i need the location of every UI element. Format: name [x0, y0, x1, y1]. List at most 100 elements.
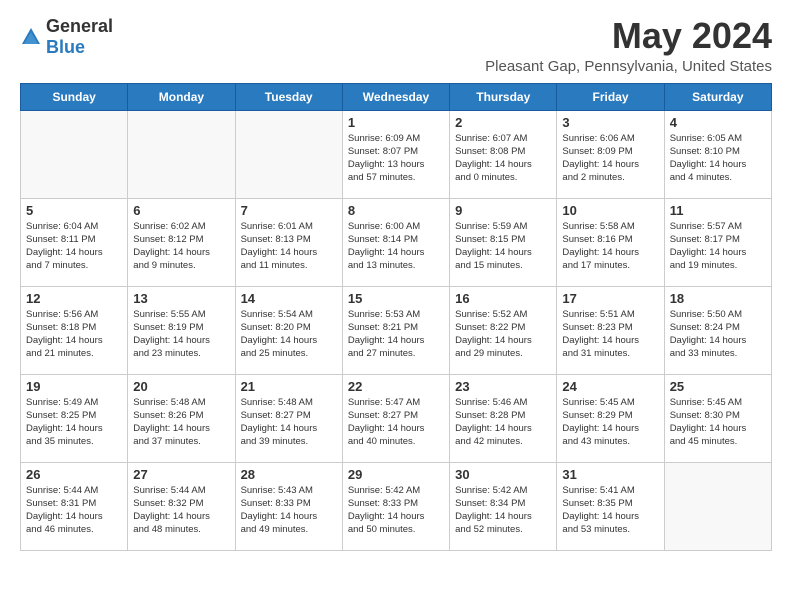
day-content: Sunrise: 6:09 AM Sunset: 8:07 PM Dayligh… — [348, 132, 444, 185]
calendar-cell: 14Sunrise: 5:54 AM Sunset: 8:20 PM Dayli… — [235, 286, 342, 374]
day-content: Sunrise: 6:05 AM Sunset: 8:10 PM Dayligh… — [670, 132, 766, 185]
calendar-cell: 11 Sunrise: 5:57 AM Sunset: 8:17 PM Dayli… — [664, 198, 771, 286]
calendar-cell: 4 Sunrise: 6:05 AM Sunset: 8:10 PM Daylig… — [664, 110, 771, 198]
location-title: Pleasant Gap, Pennsylvania, United State… — [485, 58, 772, 75]
day-number: 9 — [455, 203, 551, 218]
title-block: May 2024 Pleasant Gap, Pennsylvania, Uni… — [485, 16, 772, 75]
day-content: Sunrise: 5:54 AM Sunset: 8:20 PM Dayligh… — [241, 308, 337, 361]
day-number: 28 — [241, 467, 337, 482]
day-content: Sunrise: 5:59 AM Sunset: 8:15 PM Dayligh… — [455, 220, 551, 273]
calendar-cell: 1Sunrise: 6:09 AM Sunset: 8:07 PM Daylig… — [342, 110, 449, 198]
day-number: 24 — [562, 379, 658, 394]
day-number: 15 — [348, 291, 444, 306]
calendar-cell: 22 Sunrise: 5:47 AM Sunset: 8:27 PM Dayli… — [342, 374, 449, 462]
day-number: 10 — [562, 203, 658, 218]
calendar-cell: 5Sunrise: 6:04 AM Sunset: 8:11 PM Daylig… — [21, 198, 128, 286]
day-content: Sunrise: 5:51 AM Sunset: 8:23 PM Dayligh… — [562, 308, 658, 361]
calendar-cell: 18 Sunrise: 5:50 AM Sunset: 8:24 PM Dayli… — [664, 286, 771, 374]
day-number: 8 — [348, 203, 444, 218]
day-number: 26 — [26, 467, 122, 482]
calendar-day-header: Friday — [557, 83, 664, 110]
page-header: General Blue May 2024 Pleasant Gap, Penn… — [20, 16, 772, 75]
calendar-cell: 27 Sunrise: 5:44 AM Sunset: 8:32 PM Dayli… — [128, 462, 235, 550]
day-number: 30 — [455, 467, 551, 482]
day-content: Sunrise: 5:45 AM Sunset: 8:29 PM Dayligh… — [562, 396, 658, 449]
calendar-cell: 2 Sunrise: 6:07 AM Sunset: 8:08 PM Daylig… — [450, 110, 557, 198]
calendar-cell: 19 Sunrise: 5:49 AM Sunset: 8:25 PM Dayli… — [21, 374, 128, 462]
calendar-cell: 29 Sunrise: 5:42 AM Sunset: 8:33 PM Dayli… — [342, 462, 449, 550]
day-content: Sunrise: 5:45 AM Sunset: 8:30 PM Dayligh… — [670, 396, 766, 449]
day-content: Sunrise: 5:47 AM Sunset: 8:27 PM Dayligh… — [348, 396, 444, 449]
calendar-cell: 7Sunrise: 6:01 AM Sunset: 8:13 PM Daylig… — [235, 198, 342, 286]
calendar-cell: 10 Sunrise: 5:58 AM Sunset: 8:16 PM Dayli… — [557, 198, 664, 286]
day-number: 18 — [670, 291, 766, 306]
logo-text-blue: Blue — [46, 37, 85, 57]
day-number: 19 — [26, 379, 122, 394]
day-number: 21 — [241, 379, 337, 394]
day-number: 31 — [562, 467, 658, 482]
calendar-day-header: Saturday — [664, 83, 771, 110]
calendar-week-row: 26 Sunrise: 5:44 AM Sunset: 8:31 PM Dayli… — [21, 462, 772, 550]
calendar-cell: 16 Sunrise: 5:52 AM Sunset: 8:22 PM Dayli… — [450, 286, 557, 374]
day-number: 12 — [26, 291, 122, 306]
day-content: Sunrise: 5:44 AM Sunset: 8:32 PM Dayligh… — [133, 484, 229, 537]
day-number: 6 — [133, 203, 229, 218]
calendar-cell — [235, 110, 342, 198]
calendar-cell: 30 Sunrise: 5:42 AM Sunset: 8:34 PM Dayli… — [450, 462, 557, 550]
calendar-cell — [664, 462, 771, 550]
day-number: 17 — [562, 291, 658, 306]
day-number: 29 — [348, 467, 444, 482]
calendar-week-row: 12 Sunrise: 5:56 AM Sunset: 8:18 PM Dayli… — [21, 286, 772, 374]
calendar-cell: 3 Sunrise: 6:06 AM Sunset: 8:09 PM Daylig… — [557, 110, 664, 198]
day-content: Sunrise: 5:42 AM Sunset: 8:34 PM Dayligh… — [455, 484, 551, 537]
day-number: 25 — [670, 379, 766, 394]
day-content: Sunrise: 6:07 AM Sunset: 8:08 PM Dayligh… — [455, 132, 551, 185]
day-content: Sunrise: 5:50 AM Sunset: 8:24 PM Dayligh… — [670, 308, 766, 361]
day-content: Sunrise: 5:46 AM Sunset: 8:28 PM Dayligh… — [455, 396, 551, 449]
day-content: Sunrise: 5:57 AM Sunset: 8:17 PM Dayligh… — [670, 220, 766, 273]
calendar-cell: 17 Sunrise: 5:51 AM Sunset: 8:23 PM Dayli… — [557, 286, 664, 374]
day-content: Sunrise: 5:58 AM Sunset: 8:16 PM Dayligh… — [562, 220, 658, 273]
day-number: 22 — [348, 379, 444, 394]
calendar-day-header: Wednesday — [342, 83, 449, 110]
calendar-week-row: 19 Sunrise: 5:49 AM Sunset: 8:25 PM Dayli… — [21, 374, 772, 462]
day-content: Sunrise: 6:02 AM Sunset: 8:12 PM Dayligh… — [133, 220, 229, 273]
day-number: 2 — [455, 115, 551, 130]
day-number: 20 — [133, 379, 229, 394]
calendar-day-header: Sunday — [21, 83, 128, 110]
calendar-cell: 20 Sunrise: 5:48 AM Sunset: 8:26 PM Dayli… — [128, 374, 235, 462]
day-number: 11 — [670, 203, 766, 218]
calendar-cell: 23 Sunrise: 5:46 AM Sunset: 8:28 PM Dayli… — [450, 374, 557, 462]
day-number: 3 — [562, 115, 658, 130]
logo: General Blue — [20, 16, 113, 58]
day-content: Sunrise: 6:01 AM Sunset: 8:13 PM Dayligh… — [241, 220, 337, 273]
day-content: Sunrise: 5:42 AM Sunset: 8:33 PM Dayligh… — [348, 484, 444, 537]
day-content: Sunrise: 5:41 AM Sunset: 8:35 PM Dayligh… — [562, 484, 658, 537]
month-title: May 2024 — [485, 16, 772, 56]
calendar-cell: 28 Sunrise: 5:43 AM Sunset: 8:33 PM Dayli… — [235, 462, 342, 550]
calendar-day-header: Tuesday — [235, 83, 342, 110]
calendar-cell: 24 Sunrise: 5:45 AM Sunset: 8:29 PM Dayli… — [557, 374, 664, 462]
calendar-cell: 25 Sunrise: 5:45 AM Sunset: 8:30 PM Dayli… — [664, 374, 771, 462]
calendar-cell: 12 Sunrise: 5:56 AM Sunset: 8:18 PM Dayli… — [21, 286, 128, 374]
day-content: Sunrise: 5:56 AM Sunset: 8:18 PM Dayligh… — [26, 308, 122, 361]
day-number: 23 — [455, 379, 551, 394]
day-content: Sunrise: 5:53 AM Sunset: 8:21 PM Dayligh… — [348, 308, 444, 361]
day-number: 13 — [133, 291, 229, 306]
day-number: 27 — [133, 467, 229, 482]
day-number: 4 — [670, 115, 766, 130]
calendar-cell — [128, 110, 235, 198]
calendar-cell: 9 Sunrise: 5:59 AM Sunset: 8:15 PM Daylig… — [450, 198, 557, 286]
day-number: 16 — [455, 291, 551, 306]
calendar-week-row: 1Sunrise: 6:09 AM Sunset: 8:07 PM Daylig… — [21, 110, 772, 198]
calendar-cell: 31 Sunrise: 5:41 AM Sunset: 8:35 PM Dayli… — [557, 462, 664, 550]
day-content: Sunrise: 5:43 AM Sunset: 8:33 PM Dayligh… — [241, 484, 337, 537]
day-content: Sunrise: 5:49 AM Sunset: 8:25 PM Dayligh… — [26, 396, 122, 449]
calendar-day-header: Thursday — [450, 83, 557, 110]
day-content: Sunrise: 5:44 AM Sunset: 8:31 PM Dayligh… — [26, 484, 122, 537]
calendar-cell: 15 Sunrise: 5:53 AM Sunset: 8:21 PM Dayli… — [342, 286, 449, 374]
day-content: Sunrise: 6:06 AM Sunset: 8:09 PM Dayligh… — [562, 132, 658, 185]
day-content: Sunrise: 5:52 AM Sunset: 8:22 PM Dayligh… — [455, 308, 551, 361]
day-content: Sunrise: 5:48 AM Sunset: 8:26 PM Dayligh… — [133, 396, 229, 449]
day-content: Sunrise: 5:55 AM Sunset: 8:19 PM Dayligh… — [133, 308, 229, 361]
